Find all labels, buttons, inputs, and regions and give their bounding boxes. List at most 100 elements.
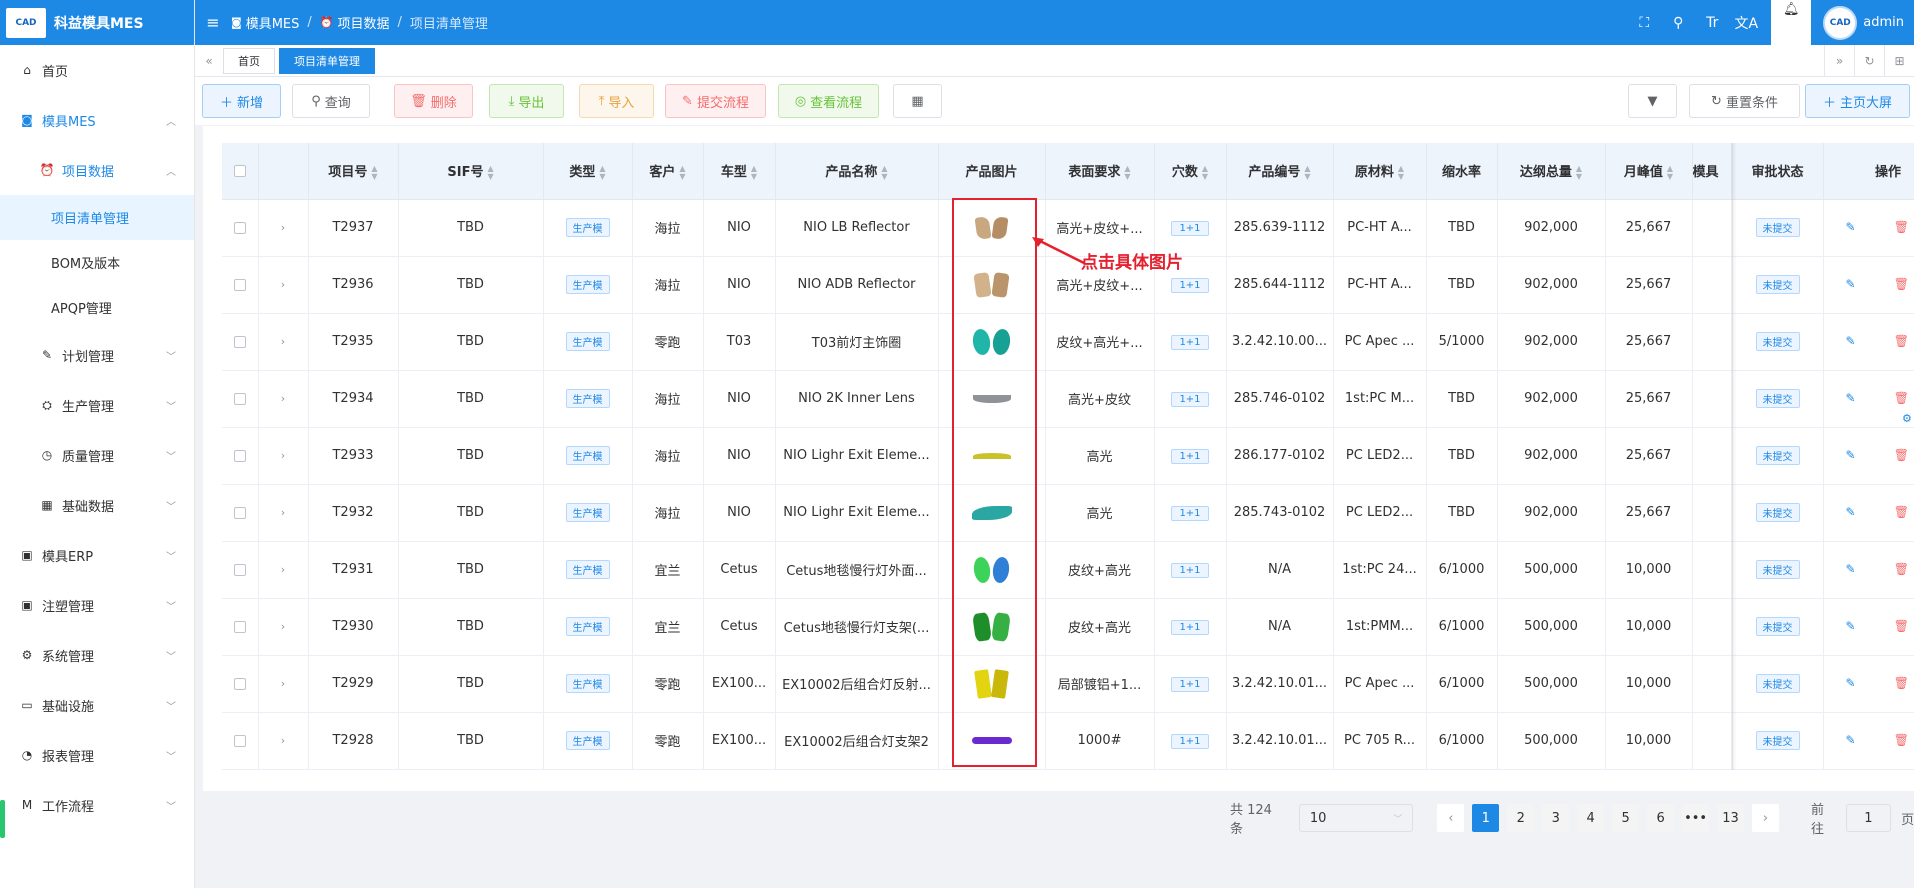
column-header-peak[interactable]: 月峰值 ▲ ▼ <box>1605 143 1693 200</box>
fullscreen-icon[interactable]: ⛶ <box>1627 15 1661 31</box>
table-row[interactable]: › T2928 TBD 生产模 零跑 EX100... EX10002后组合灯支… <box>222 712 1914 770</box>
row-expand[interactable]: › <box>258 370 309 428</box>
product-thumbnail[interactable] <box>968 434 1016 478</box>
table-row[interactable]: › T2934 TBD 生产模 海拉 NIO NIO 2K Inner Lens… <box>222 370 1914 428</box>
row-checkbox[interactable] <box>222 484 259 542</box>
page-size-select[interactable]: 10 ﹀ <box>1298 804 1414 832</box>
row-expand[interactable]: › <box>258 598 309 656</box>
column-header-product-code[interactable]: 产品编号 ▲ ▼ <box>1226 143 1334 200</box>
table-row[interactable]: › T2929 TBD 生产模 零跑 EX100... EX10002后组合灯反… <box>222 655 1914 713</box>
product-thumbnail[interactable] <box>968 206 1016 250</box>
row-expand[interactable]: › <box>258 313 309 371</box>
bell-icon[interactable]: 🔔︎ <box>1771 0 1812 45</box>
goto-page-input[interactable]: 1 <box>1845 804 1892 832</box>
product-thumbnail[interactable] <box>968 377 1016 421</box>
select-all-checkbox[interactable] <box>222 143 259 200</box>
trash-icon[interactable]: 🗑︎ <box>1894 733 1909 747</box>
table-row[interactable]: › T2931 TBD 生产模 宜兰 Cetus Cetus地毯慢行灯外面...… <box>222 541 1914 599</box>
row-expand[interactable]: › <box>258 199 309 257</box>
edit-icon[interactable]: ✎ <box>1846 334 1856 348</box>
column-header-model[interactable]: 车型 ▲ ▼ <box>703 143 776 200</box>
trash-icon[interactable]: 🗑︎ <box>1894 448 1909 462</box>
column-header-project-no[interactable]: 项目号 ▲ ▼ <box>308 143 399 200</box>
trash-icon[interactable]: 🗑︎ <box>1894 676 1909 690</box>
sort-icon[interactable]: ▲ ▼ <box>1576 164 1582 181</box>
delete-button[interactable]: 🗑︎ 删除 <box>394 84 473 118</box>
breadcrumb-item[interactable]: 项目数据 <box>337 13 389 32</box>
next-page-button[interactable]: › <box>1752 804 1780 832</box>
product-thumbnail[interactable] <box>968 548 1016 592</box>
page-button[interactable]: 5 <box>1612 804 1640 832</box>
row-checkbox[interactable] <box>222 199 259 257</box>
sidebar-item-project-data[interactable]: ⏰ 项目数据 ︿ <box>0 145 194 195</box>
trash-icon[interactable]: 🗑︎ <box>1894 505 1909 519</box>
dashboard-button[interactable]: ＋主页大屏 <box>1805 84 1910 118</box>
sidebar-item-quality[interactable]: ◷ 质量管理 ﹀ <box>0 430 194 480</box>
export-button[interactable]: ⤓ 导出 <box>489 84 564 118</box>
column-header-type[interactable]: 类型 ▲ ▼ <box>543 143 633 200</box>
row-expand[interactable]: › <box>258 655 309 713</box>
edit-icon[interactable]: ✎ <box>1846 391 1856 405</box>
table-row[interactable]: › T2933 TBD 生产模 海拉 NIO NIO Lighr Exit El… <box>222 427 1914 485</box>
page-button[interactable]: 1 <box>1472 804 1500 832</box>
trash-icon[interactable]: 🗑︎ <box>1894 277 1909 291</box>
sort-icon[interactable]: ▲ ▼ <box>1667 164 1673 181</box>
view-flow-button[interactable]: ◎ 查看流程 <box>778 84 879 118</box>
sidebar-item-mold-mes[interactable]: ◙ 模具MES ︿ <box>0 95 194 145</box>
sidebar-item-mold-erp[interactable]: ▣ 模具ERP ﹀ <box>0 530 194 580</box>
sidebar-item-reports[interactable]: ◔ 报表管理 ﹀ <box>0 730 194 780</box>
floating-handle[interactable] <box>0 800 5 838</box>
row-checkbox[interactable] <box>222 313 259 371</box>
row-expand[interactable]: › <box>258 484 309 542</box>
page-button[interactable]: 13 <box>1717 804 1745 832</box>
trash-icon[interactable]: 🗑︎ <box>1894 562 1909 576</box>
query-button[interactable]: ⚲ 查询 <box>292 84 370 118</box>
table-row[interactable]: › T2932 TBD 生产模 海拉 NIO NIO Lighr Exit El… <box>222 484 1914 542</box>
sidebar-item-basic-data[interactable]: ▦ 基础数据 ﹀ <box>0 480 194 530</box>
column-settings-button[interactable]: ▦ <box>893 84 942 118</box>
sort-icon[interactable]: ▲ ▼ <box>1202 164 1208 181</box>
refresh-icon[interactable]: ↻ <box>1854 45 1884 76</box>
sort-icon[interactable]: ▲ ▼ <box>1398 164 1404 181</box>
font-size-icon[interactable]: Tr <box>1695 15 1729 31</box>
sidebar-item-workflow[interactable]: M 工作流程 ﹀ <box>0 780 194 830</box>
row-checkbox[interactable] <box>222 427 259 485</box>
sidebar-item-system[interactable]: ⚙ 系统管理 ﹀ <box>0 630 194 680</box>
edit-icon[interactable]: ✎ <box>1846 619 1856 633</box>
edit-icon[interactable]: ✎ <box>1846 733 1856 747</box>
row-expand[interactable]: › <box>258 427 309 485</box>
prev-page-button[interactable]: ‹ <box>1437 804 1465 832</box>
table-row[interactable]: › T2930 TBD 生产模 宜兰 Cetus Cetus地毯慢行灯支架(..… <box>222 598 1914 656</box>
sort-icon[interactable]: ▲ ▼ <box>1304 164 1310 181</box>
product-thumbnail[interactable] <box>968 662 1016 706</box>
sidebar-item-apqp[interactable]: APQP管理 <box>0 285 194 330</box>
sidebar-item-plan[interactable]: ✎ 计划管理 ﹀ <box>0 330 194 380</box>
row-checkbox[interactable] <box>222 370 259 428</box>
edit-icon[interactable]: ✎ <box>1846 220 1856 234</box>
sidebar-item-bom[interactable]: BOM及版本 <box>0 240 194 285</box>
reset-button[interactable]: ↻ 重置条件 <box>1689 84 1800 118</box>
edit-icon[interactable]: ✎ <box>1846 505 1856 519</box>
add-button[interactable]: ＋新增 <box>202 84 281 118</box>
tab-home[interactable]: 首页 <box>223 47 275 74</box>
sidebar-item-project-list[interactable]: 项目清单管理 <box>0 195 194 240</box>
grid-icon[interactable]: ⊞ <box>1884 45 1914 76</box>
import-button[interactable]: ⤒ 导入 <box>579 84 654 118</box>
sort-icon[interactable]: ▲ ▼ <box>751 164 757 181</box>
page-button[interactable]: 2 <box>1507 804 1535 832</box>
column-header-surface[interactable]: 表面要求 ▲ ▼ <box>1045 143 1155 200</box>
column-header-cavity[interactable]: 穴数 ▲ ▼ <box>1154 143 1227 200</box>
sort-icon[interactable]: ▲ ▼ <box>371 164 377 181</box>
settings-float-icon[interactable]: ⚙ <box>1902 412 1914 432</box>
sidebar-item-production[interactable]: ⛭ 生产管理 ﹀ <box>0 380 194 430</box>
product-thumbnail[interactable] <box>968 320 1016 364</box>
trash-icon[interactable]: 🗑︎ <box>1894 619 1909 633</box>
edit-icon[interactable]: ✎ <box>1846 448 1856 462</box>
page-button[interactable]: 3 <box>1542 804 1570 832</box>
column-header-customer[interactable]: 客户 ▲ ▼ <box>632 143 704 200</box>
user-menu[interactable]: CAD admin <box>1811 5 1914 40</box>
column-header-sif[interactable]: SIF号 ▲ ▼ <box>398 143 544 200</box>
product-thumbnail[interactable] <box>968 263 1016 307</box>
row-checkbox[interactable] <box>222 256 259 314</box>
tabs-scroll-right-icon[interactable]: » <box>1824 45 1854 76</box>
